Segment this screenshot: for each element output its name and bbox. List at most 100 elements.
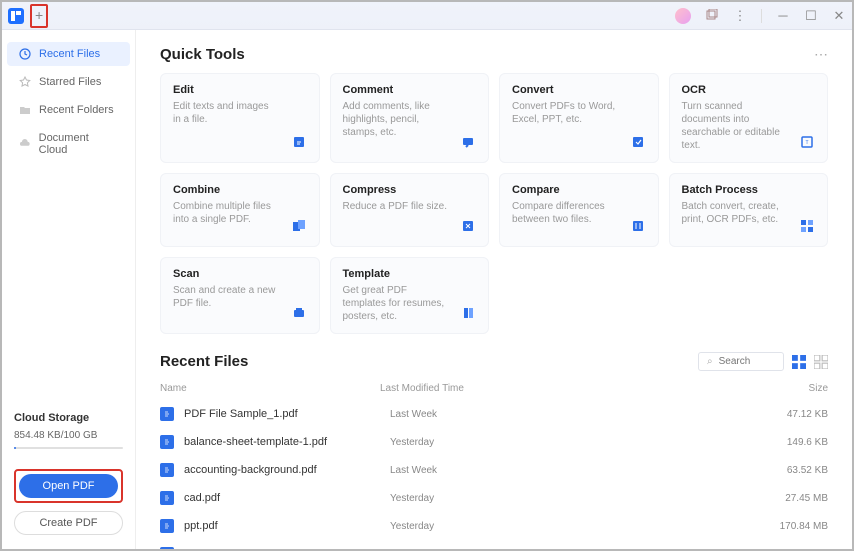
tool-desc: Batch convert, create, print, OCR PDFs, … — [682, 200, 816, 226]
search-box[interactable]: ⌕ — [698, 352, 784, 371]
quick-tools-title: Quick Tools — [160, 46, 245, 63]
tool-title: Convert — [512, 84, 646, 96]
tool-edit[interactable]: EditEdit texts and images in a file. — [160, 73, 320, 163]
pdf-file-icon — [160, 491, 174, 505]
sidebar-item-document-cloud[interactable]: Document Cloud — [7, 126, 130, 162]
tool-icon: T — [797, 132, 817, 152]
tool-convert[interactable]: Convert Convert PDFs to Word, Excel, PPT,… — [499, 73, 659, 163]
pdf-file-icon — [160, 435, 174, 449]
file-row[interactable]: accounting-background.pdfLast Week63.52 … — [160, 456, 828, 484]
sidebar-item-label: Document Cloud — [39, 132, 118, 156]
sidebar-item-recent-files[interactable]: Recent Files — [7, 42, 130, 66]
open-pdf-button[interactable]: Open PDF — [19, 474, 118, 498]
pdf-file-icon — [160, 463, 174, 477]
tool-icon — [289, 303, 309, 323]
tool-scan[interactable]: Scan Scan and create a new PDF file. — [160, 257, 320, 334]
svg-text:T: T — [805, 140, 808, 146]
pdf-file-icon — [160, 547, 174, 549]
create-pdf-button[interactable]: Create PDF — [14, 511, 123, 535]
clock-icon — [19, 48, 31, 60]
folder-icon — [19, 104, 31, 116]
file-name: ppt.pdf — [184, 520, 390, 532]
kebab-menu-icon[interactable]: ⋮ — [733, 9, 747, 23]
sidebar-item-starred-files[interactable]: Starred Files — [7, 70, 130, 94]
view-list-icon[interactable] — [792, 355, 806, 369]
tool-compress[interactable]: Compress Reduce a PDF file size. — [330, 173, 490, 247]
cloud-storage-bar — [14, 447, 123, 449]
tool-template[interactable]: Template Get great PDF templates for resu… — [330, 257, 490, 334]
col-size: Size — [748, 383, 828, 394]
file-row[interactable]: Frame 2125622.pdfYesterday8.39 MB — [160, 540, 828, 549]
maximize-icon[interactable]: ☐ — [804, 9, 818, 23]
cloud-storage-label: Cloud Storage — [14, 412, 123, 424]
tool-title: Compare — [512, 184, 646, 196]
tool-desc: Compare differences between two files. — [512, 200, 646, 226]
minimize-icon[interactable]: ─ — [776, 9, 790, 23]
tool-desc: Scan and create a new PDF file. — [173, 284, 307, 310]
file-size: 47.12 KB — [748, 409, 828, 420]
tool-ocr[interactable]: OCR Turn scanned documents into searchabl… — [669, 73, 829, 163]
view-grid-icon[interactable] — [814, 355, 828, 369]
pdf-file-icon — [160, 407, 174, 421]
tool-title: OCR — [682, 84, 816, 96]
main-content: Quick Tools ⋯ EditEdit texts and images … — [136, 30, 852, 549]
file-row[interactable]: cad.pdfYesterday27.45 MB — [160, 484, 828, 512]
file-list: PDF File Sample_1.pdfLast Week47.12 KBba… — [160, 400, 828, 549]
tool-desc: Turn scanned documents into searchable o… — [682, 100, 816, 152]
tool-compare[interactable]: Compare Compare differences between two f… — [499, 173, 659, 247]
star-icon — [19, 76, 31, 88]
tool-title: Template — [343, 268, 477, 280]
cloud-storage-size: 854.48 KB/100 GB — [14, 430, 123, 441]
tool-icon — [458, 216, 478, 236]
search-input[interactable] — [719, 356, 769, 367]
plus-icon: + — [35, 7, 43, 23]
col-name: Name — [160, 383, 380, 394]
tool-icon — [458, 132, 478, 152]
sidebar-item-recent-folders[interactable]: Recent Folders — [7, 98, 130, 122]
recent-files-title: Recent Files — [160, 353, 248, 370]
avatar-icon[interactable] — [675, 8, 691, 24]
tool-desc: Add comments, like highlights, pencil, s… — [343, 100, 477, 139]
file-name: cad.pdf — [184, 492, 390, 504]
file-row[interactable]: ppt.pdfYesterday170.84 MB — [160, 512, 828, 540]
pdf-file-icon — [160, 519, 174, 533]
notification-icon[interactable] — [705, 9, 719, 23]
close-icon[interactable]: ✕ — [832, 9, 846, 23]
tool-desc: Convert PDFs to Word, Excel, PPT, etc. — [512, 100, 646, 126]
tool-batch-process[interactable]: Batch ProcessBatch convert, create, prin… — [669, 173, 829, 247]
file-row[interactable]: balance-sheet-template-1.pdfYesterday149… — [160, 428, 828, 456]
file-size: 8.39 MB — [748, 549, 828, 550]
search-icon: ⌕ — [707, 356, 713, 367]
tool-icon — [289, 132, 309, 152]
file-size: 170.84 MB — [748, 521, 828, 532]
file-row[interactable]: PDF File Sample_1.pdfLast Week47.12 KB — [160, 400, 828, 428]
tool-desc: Edit texts and images in a file. — [173, 100, 307, 126]
tool-icon — [628, 132, 648, 152]
tool-combine[interactable]: CombineCombine multiple files into a sin… — [160, 173, 320, 247]
col-modified: Last Modified Time — [380, 383, 748, 394]
quick-tools-more-icon[interactable]: ⋯ — [814, 46, 828, 63]
tool-desc: Get great PDF templates for resumes, pos… — [343, 284, 477, 323]
sidebar-item-label: Recent Folders — [39, 104, 114, 116]
sidebar-item-label: Recent Files — [39, 48, 100, 60]
tool-comment[interactable]: CommentAdd comments, like highlights, pe… — [330, 73, 490, 163]
file-modified: Yesterday — [390, 521, 748, 532]
file-name: PDF File Sample_1.pdf — [184, 408, 390, 420]
tool-title: Scan — [173, 268, 307, 280]
tool-icon — [797, 216, 817, 236]
tool-desc: Reduce a PDF file size. — [343, 200, 477, 213]
file-size: 27.45 MB — [748, 493, 828, 504]
file-name: balance-sheet-template-1.pdf — [184, 436, 390, 448]
file-name: accounting-background.pdf — [184, 464, 390, 476]
file-modified: Yesterday — [390, 549, 748, 550]
app-logo-icon — [8, 8, 24, 24]
tool-title: Compress — [343, 184, 477, 196]
sidebar: Recent Files Starred Files Recent Folder… — [2, 30, 136, 549]
file-list-header: Name Last Modified Time Size — [160, 379, 828, 400]
new-tab-button[interactable]: + — [30, 4, 48, 28]
tools-grid: EditEdit texts and images in a file.Comm… — [160, 73, 828, 334]
file-name: Frame 2125622.pdf — [184, 548, 390, 549]
file-size: 149.6 KB — [748, 437, 828, 448]
file-modified: Last Week — [390, 409, 748, 420]
tool-icon — [628, 216, 648, 236]
